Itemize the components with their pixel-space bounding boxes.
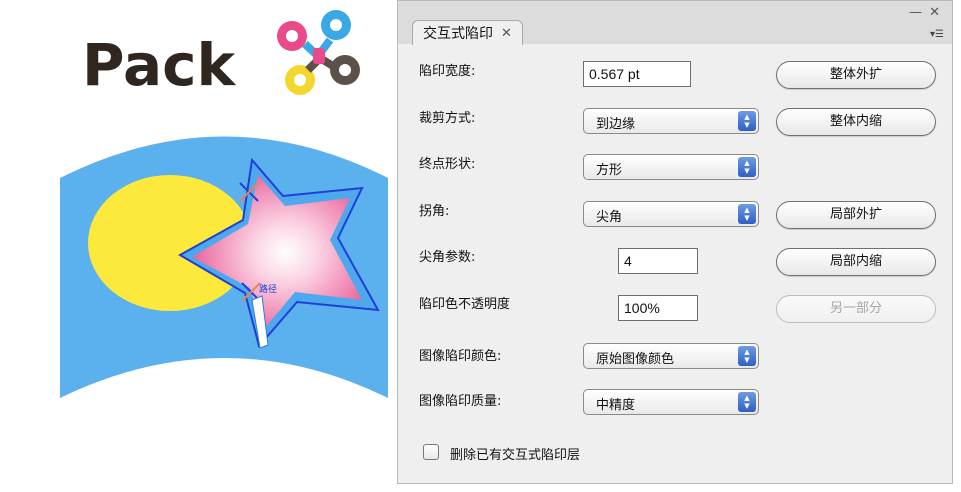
end-shape-select[interactable]: 方形 ▲ ▼ <box>583 154 759 180</box>
image-trap-quality-value: 中精度 <box>596 398 636 413</box>
trap-width-input[interactable]: 0.567 pt <box>583 61 691 87</box>
clip-mode-select[interactable]: 到边缘 ▲ ▼ <box>583 108 759 134</box>
select-arrows-icon: ▲ ▼ <box>738 346 756 366</box>
shrink-local-button[interactable]: 局部内缩 <box>776 248 936 276</box>
miter-param-label: 尖角参数: <box>419 250 476 265</box>
remove-existing-traps-label: 删除已有交互式陷印层 <box>450 448 581 463</box>
tab-interactive-trap[interactable]: 交互式陷印 ✕ <box>412 20 523 45</box>
panel-titlebar: — ✕ 交互式陷印 ✕ ▾☰ <box>398 1 952 45</box>
image-trap-quality-label: 图像陷印质量: <box>419 394 502 409</box>
corner-label: 拐角: <box>419 204 450 219</box>
other-part-button[interactable]: 另一部分 <box>776 295 936 323</box>
corner-value: 尖角 <box>596 210 623 225</box>
clip-mode-value: 到边缘 <box>596 117 636 132</box>
close-window-icon[interactable]: ✕ <box>929 6 940 19</box>
logo-text: Pack <box>82 31 236 99</box>
corner-select[interactable]: 尖角 ▲ ▼ <box>583 201 759 227</box>
miter-param-input[interactable]: 4 <box>618 248 698 274</box>
expand-all-button[interactable]: 整体外扩 <box>776 61 936 89</box>
end-shape-label: 终点形状: <box>419 157 476 172</box>
artwork-canvas: Pack 路径 <box>60 10 388 398</box>
minimize-icon[interactable]: — <box>909 6 922 19</box>
image-trap-color-select[interactable]: 原始图像颜色 ▲ ▼ <box>583 343 759 369</box>
image-trap-color-value: 原始图像颜色 <box>596 352 675 367</box>
trap-width-label: 陷印宽度: <box>419 64 476 79</box>
select-arrows-icon: ▲ ▼ <box>738 157 756 177</box>
clip-mode-label: 裁剪方式: <box>419 111 476 126</box>
artwork-area: Pack 路径 <box>0 0 400 488</box>
tab-label: 交互式陷印 <box>423 26 493 42</box>
end-shape-value: 方形 <box>596 163 623 178</box>
select-arrows-icon: ▲ ▼ <box>738 111 756 131</box>
image-trap-color-label: 图像陷印颜色: <box>419 349 502 364</box>
select-arrows-icon: ▲ ▼ <box>738 392 756 412</box>
remove-existing-traps-checkbox[interactable] <box>423 444 439 460</box>
expand-local-button[interactable]: 局部外扩 <box>776 201 936 229</box>
trap-opacity-input[interactable]: 100% <box>618 295 698 321</box>
panel-menu-icon[interactable]: ▾☰ <box>930 29 944 40</box>
select-arrows-icon: ▲ ▼ <box>738 204 756 224</box>
tab-close-icon[interactable]: ✕ <box>501 26 512 41</box>
trap-opacity-label: 陷印色不透明度 <box>419 297 511 312</box>
shrink-all-button[interactable]: 整体内缩 <box>776 108 936 136</box>
star-path-label: 路径 <box>259 283 277 295</box>
image-trap-quality-select[interactable]: 中精度 ▲ ▼ <box>583 389 759 415</box>
interactive-trap-panel: — ✕ 交互式陷印 ✕ ▾☰ 陷印宽度: 裁剪方式: 终点形状: 拐角: 尖角参… <box>397 0 953 484</box>
logo-icon <box>277 10 360 95</box>
